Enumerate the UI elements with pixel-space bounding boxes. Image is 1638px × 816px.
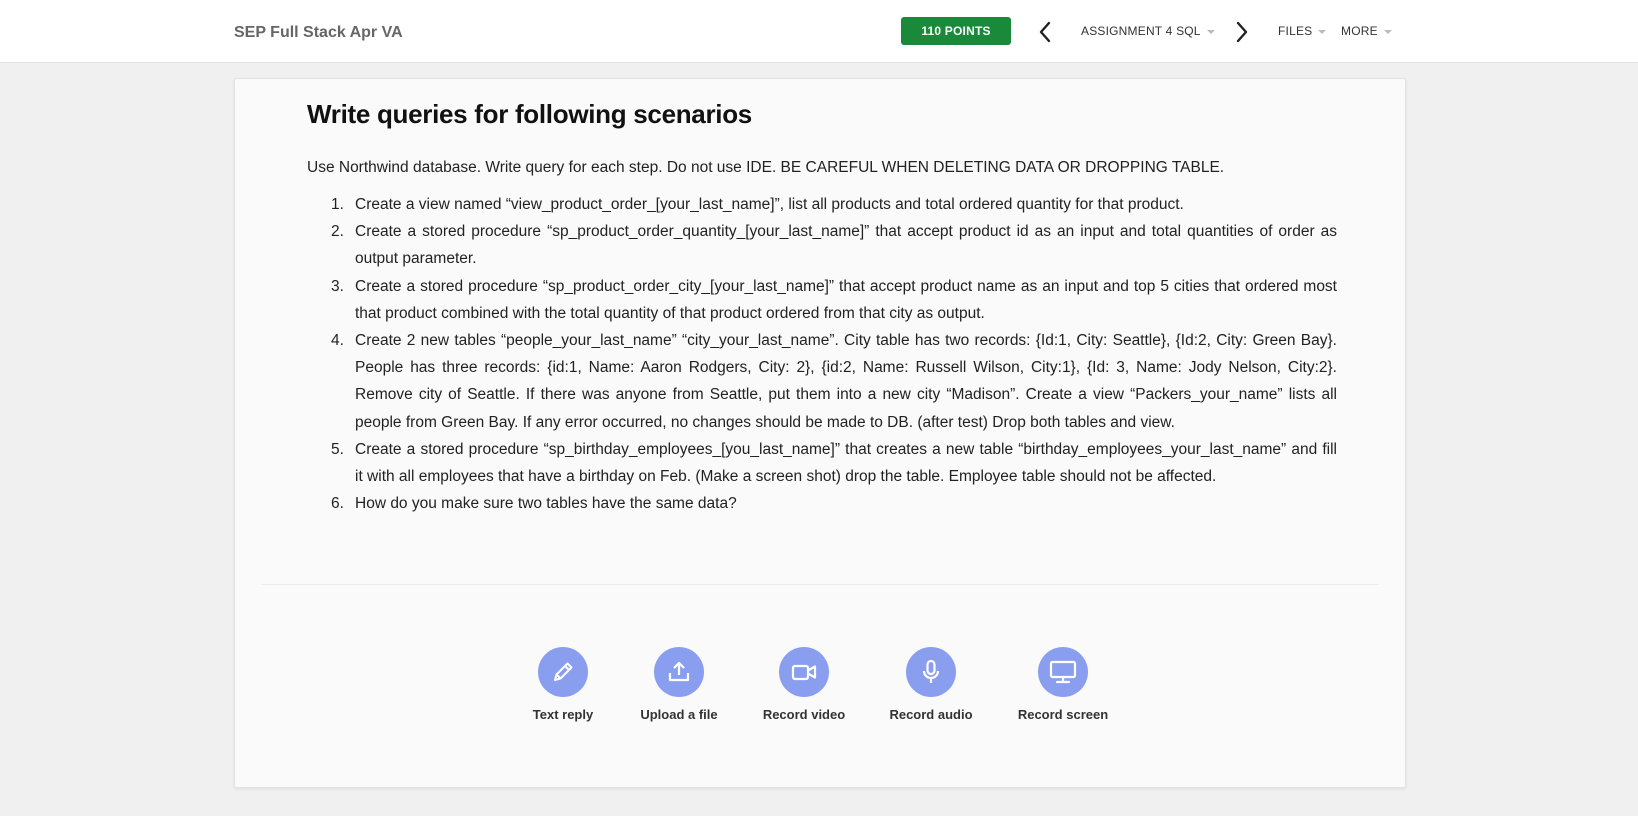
step-number: 5. bbox=[331, 440, 344, 458]
submission-options: Text reply Upload a file Record video Re… bbox=[235, 647, 1405, 737]
microphone-icon bbox=[922, 659, 940, 683]
points-badge: 110 POINTS bbox=[901, 17, 1011, 45]
caret-down-icon bbox=[1383, 29, 1392, 34]
step-item: 1. Create a view named “view_product_ord… bbox=[307, 191, 1337, 218]
action-label: Upload a file bbox=[640, 707, 718, 722]
step-text: Create a stored procedure “sp_birthday_e… bbox=[355, 440, 1337, 486]
action-circle bbox=[906, 647, 956, 697]
previous-assignment-button[interactable] bbox=[1032, 18, 1058, 46]
upload-icon bbox=[668, 661, 690, 682]
divider bbox=[261, 584, 1379, 585]
assignment-card: Write queries for following scenarios Us… bbox=[234, 78, 1406, 788]
caret-down-icon bbox=[1318, 29, 1327, 34]
assignment-intro: Use Northwind database. Write query for … bbox=[307, 159, 1225, 176]
files-menu-label: FILES bbox=[1278, 24, 1313, 38]
step-item: 5. Create a stored procedure “sp_birthda… bbox=[307, 436, 1337, 490]
step-text: Create a view named “view_product_order_… bbox=[355, 196, 1184, 213]
next-assignment-button[interactable] bbox=[1229, 18, 1255, 46]
caret-down-icon bbox=[1206, 29, 1215, 34]
action-label: Record audio bbox=[889, 707, 973, 722]
step-number: 4. bbox=[331, 332, 344, 350]
action-label: Record video bbox=[762, 707, 846, 722]
assignment-heading: Write queries for following scenarios bbox=[307, 99, 752, 129]
step-number: 1. bbox=[331, 196, 344, 213]
more-menu[interactable]: MORE bbox=[1341, 24, 1392, 38]
video-camera-icon bbox=[791, 664, 817, 681]
step-number: 3. bbox=[331, 277, 344, 295]
more-menu-label: MORE bbox=[1341, 24, 1378, 38]
monitor-icon bbox=[1049, 660, 1077, 684]
step-text: Create 2 new tables “people_your_last_na… bbox=[355, 332, 1337, 431]
step-item: 2. Create a stored procedure “sp_product… bbox=[307, 218, 1337, 272]
course-title[interactable]: SEP Full Stack Apr VA bbox=[234, 24, 403, 42]
action-label: Record screen bbox=[1017, 707, 1109, 722]
upload-file-button[interactable]: Upload a file bbox=[619, 647, 739, 722]
top-bar: SEP Full Stack Apr VA 110 POINTS ASSIGNM… bbox=[0, 0, 1638, 63]
step-text: How do you make sure two tables have the… bbox=[355, 495, 737, 513]
step-text: Create a stored procedure “sp_product_or… bbox=[355, 277, 1337, 322]
step-number: 2. bbox=[331, 223, 344, 241]
step-text: Create a stored procedure “sp_product_or… bbox=[355, 223, 1337, 268]
record-audio-button[interactable]: Record audio bbox=[871, 647, 991, 722]
action-circle bbox=[654, 647, 704, 697]
step-item: 4. Create 2 new tables “people_your_last… bbox=[307, 327, 1337, 436]
files-menu[interactable]: FILES bbox=[1278, 24, 1327, 38]
action-label: Text reply bbox=[532, 707, 594, 722]
step-number: 6. bbox=[331, 495, 344, 513]
text-reply-button[interactable]: Text reply bbox=[503, 647, 623, 722]
action-circle bbox=[779, 647, 829, 697]
record-video-button[interactable]: Record video bbox=[744, 647, 864, 722]
action-circle bbox=[1038, 647, 1088, 697]
step-item: 3. Create a stored procedure “sp_product… bbox=[307, 273, 1337, 327]
assignment-steps: 1. Create a view named “view_product_ord… bbox=[307, 191, 1337, 517]
action-circle bbox=[538, 647, 588, 697]
pencil-icon bbox=[554, 662, 573, 681]
assignment-menu[interactable]: ASSIGNMENT 4 SQL bbox=[1081, 24, 1215, 38]
assignment-menu-label: ASSIGNMENT 4 SQL bbox=[1081, 24, 1201, 38]
record-screen-button[interactable]: Record screen bbox=[1003, 647, 1123, 722]
chevron-right-icon bbox=[1236, 21, 1248, 43]
chevron-left-icon bbox=[1039, 21, 1051, 43]
step-item: 6. How do you make sure two tables have … bbox=[307, 490, 1337, 517]
